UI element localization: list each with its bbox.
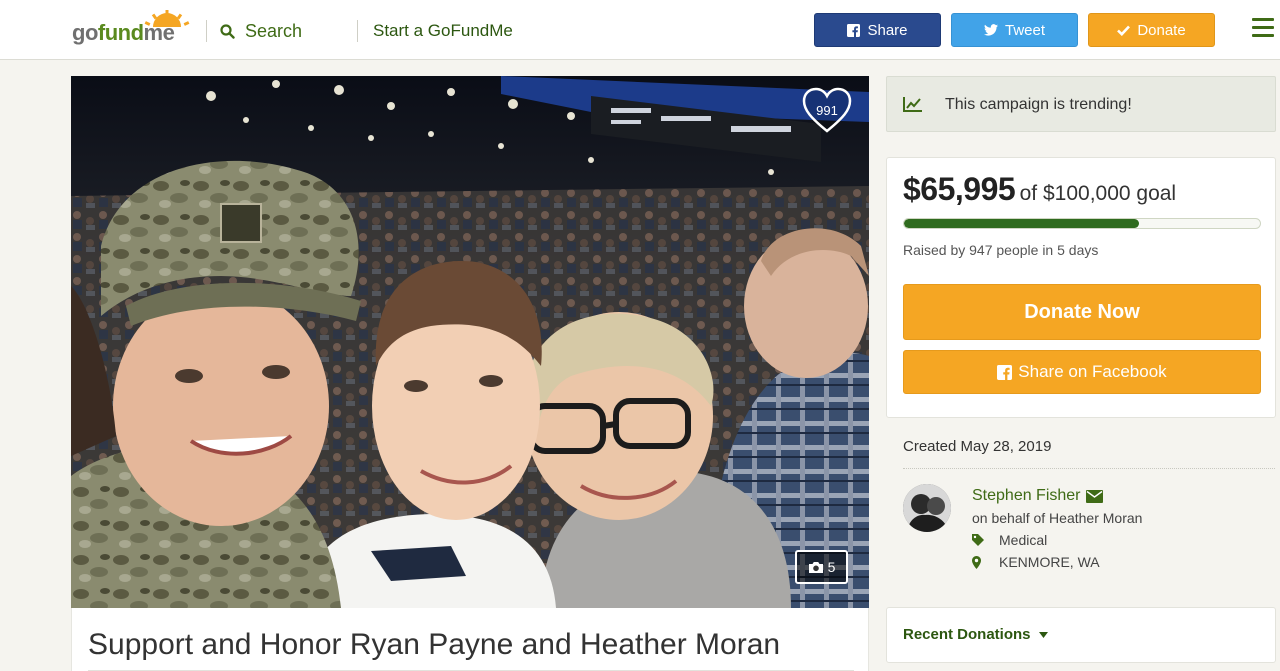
raised-summary: $65,995 of $100,000 goal — [903, 171, 1176, 208]
campaign-title: Support and Honor Ryan Payne and Heather… — [88, 628, 781, 661]
raised-by-text: Raised by 947 people in 5 days — [903, 242, 1099, 258]
heart-count: 991 — [816, 103, 838, 118]
trending-text: This campaign is trending! — [945, 96, 1132, 113]
facebook-icon — [997, 364, 1013, 380]
organizer-divider — [903, 468, 1275, 469]
tweet-button-label: Tweet — [1004, 21, 1046, 39]
trending-chart-icon — [903, 97, 922, 112]
check-icon — [1117, 25, 1131, 36]
logo-part-fund: fund — [97, 20, 144, 45]
donate-button[interactable]: Donate — [1088, 13, 1215, 47]
logo-wordmark: gofundme — [72, 20, 175, 46]
share-button-label: Share — [867, 21, 908, 39]
category-link[interactable]: Medical — [972, 532, 1047, 548]
photo-gallery-button[interactable]: 5 — [795, 550, 848, 584]
tweet-button[interactable]: Tweet — [951, 13, 1078, 47]
campaign-title-card: Support and Honor Ryan Payne and Heather… — [71, 608, 869, 671]
created-date: Created May 28, 2019 — [903, 438, 1052, 455]
search-label: Search — [245, 20, 303, 41]
location: KENMORE, WA — [972, 554, 1100, 570]
share-button[interactable]: Share — [814, 13, 941, 47]
organizer-avatar-photo — [903, 484, 951, 532]
progress-bar-fill — [904, 219, 1139, 228]
organizer-name-link[interactable]: Stephen Fisher — [972, 487, 1103, 505]
donate-now-button[interactable]: Donate Now — [903, 284, 1261, 340]
map-marker-icon — [972, 555, 981, 569]
hamburger-menu-icon[interactable] — [1252, 18, 1274, 38]
search-icon — [220, 23, 235, 39]
stadium-selfie-illustration — [71, 76, 869, 608]
logo-part-go: go — [72, 20, 98, 45]
favorite-heart-button[interactable]: 991 — [801, 86, 853, 136]
gofundme-logo[interactable]: gofundme — [72, 10, 190, 48]
recent-donations-label: Recent Donations — [903, 626, 1031, 643]
logo-part-me: me — [143, 20, 175, 45]
share-on-facebook-button[interactable]: Share on Facebook — [903, 350, 1261, 394]
donate-now-label: Donate Now — [1024, 300, 1140, 323]
progress-bar — [903, 218, 1261, 229]
organizer-avatar[interactable] — [903, 484, 951, 532]
location-label: KENMORE, WA — [999, 554, 1100, 570]
raised-amount: $65,995 — [903, 171, 1016, 207]
share-on-facebook-label: Share on Facebook — [1018, 362, 1167, 381]
donation-progress-card: $65,995 of $100,000 goal Raised by 947 p… — [886, 157, 1276, 418]
header-divider — [357, 20, 358, 42]
header-divider — [206, 20, 207, 42]
on-behalf-of: on behalf of Heather Moran — [972, 510, 1143, 526]
facebook-icon — [847, 23, 861, 37]
donate-button-label: Donate — [1137, 21, 1186, 39]
goal-amount: of $100,000 goal — [1019, 182, 1177, 205]
campaign-hero-photo[interactable]: 991 5 — [71, 76, 869, 608]
organizer-name: Stephen Fisher — [972, 487, 1081, 504]
recent-donations-panel: Recent Donations — [886, 607, 1276, 663]
search-link[interactable]: Search — [220, 19, 302, 43]
start-gofundme-link[interactable]: Start a GoFundMe — [373, 21, 513, 41]
recent-donations-toggle[interactable]: Recent Donations — [903, 626, 1048, 643]
camera-icon — [808, 561, 823, 573]
tag-icon — [972, 534, 984, 546]
top-navigation-bar: gofundme Search Start a GoFundMe Share T… — [0, 0, 1280, 60]
twitter-icon — [983, 24, 998, 36]
envelope-icon[interactable] — [1085, 489, 1103, 503]
category-label: Medical — [999, 532, 1048, 548]
caret-down-icon — [1038, 631, 1048, 638]
photo-count: 5 — [827, 559, 836, 575]
trending-banner: This campaign is trending! — [886, 76, 1276, 132]
